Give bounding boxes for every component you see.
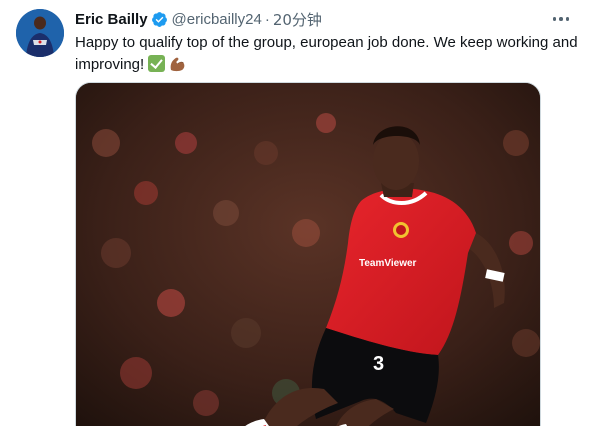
author-handle[interactable]: @ericbailly24: [172, 11, 262, 28]
more-dot: [552, 17, 557, 21]
tweet-card[interactable]: Eric Bailly @ericbailly24 · 20分钟 Happy t…: [0, 0, 589, 426]
more-dot: [559, 17, 563, 21]
flexed-biceps-emoji: [170, 57, 185, 72]
sponsor-text: TeamViewer: [359, 258, 417, 269]
separator-dot: ·: [264, 10, 270, 28]
tweet-header: Eric Bailly @ericbailly24 · 20分钟: [75, 9, 322, 29]
author-display-name[interactable]: Eric Bailly: [75, 11, 148, 28]
tweet-photo[interactable]: TeamViewer 3: [75, 82, 541, 426]
verified-badge-icon: [151, 11, 167, 27]
more-options-icon[interactable]: [551, 10, 571, 28]
more-dot: [565, 17, 570, 21]
photo-football-player: TeamViewer 3: [76, 83, 540, 426]
check-mark-button-emoji: [148, 55, 166, 72]
avatar-image: [16, 9, 64, 57]
tweet-timestamp[interactable]: 20分钟: [273, 9, 322, 30]
tweet-text: Happy to qualify top of the group, europ…: [75, 32, 583, 76]
jersey-number: 3: [373, 353, 384, 375]
author-avatar[interactable]: [16, 9, 64, 57]
